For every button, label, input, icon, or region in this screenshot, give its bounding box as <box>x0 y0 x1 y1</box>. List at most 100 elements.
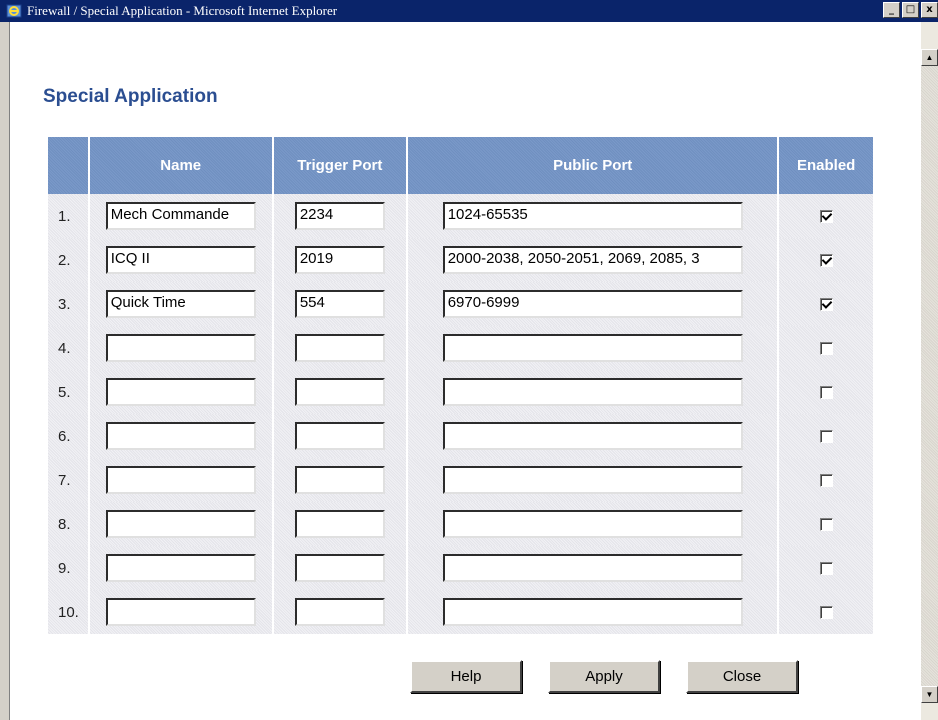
trigger-port-input[interactable]: 2019 <box>294 246 385 274</box>
name-input[interactable] <box>105 378 256 406</box>
row-number: 5. <box>48 370 88 414</box>
trigger-port-cell: 2019 <box>273 238 407 282</box>
public-port-cell <box>408 414 778 458</box>
row-number: 3. <box>48 282 88 326</box>
public-port-input[interactable] <box>442 466 743 494</box>
enabled-checkbox[interactable] <box>819 430 833 444</box>
trigger-port-input[interactable]: 554 <box>294 290 385 318</box>
header-public-port: Public Port <box>408 137 778 194</box>
name-input[interactable] <box>105 334 256 362</box>
enabled-cell <box>779 238 873 282</box>
public-port-cell <box>408 546 778 590</box>
trigger-port-input[interactable] <box>294 378 385 406</box>
public-port-input[interactable] <box>442 334 743 362</box>
header-trigger-port: Trigger Port <box>273 137 407 194</box>
enabled-checkbox[interactable] <box>819 298 833 312</box>
name-input[interactable]: Quick Time <box>105 290 256 318</box>
trigger-port-cell <box>273 370 407 414</box>
trigger-port-input[interactable] <box>294 334 385 362</box>
header-enabled: Enabled <box>779 137 873 194</box>
scroll-down-arrow-icon[interactable]: ▼ <box>921 686 938 703</box>
trigger-port-input[interactable]: 2234 <box>294 202 385 230</box>
name-cell: ICQ II <box>89 238 272 282</box>
enabled-cell <box>779 326 873 370</box>
trigger-port-cell: 2234 <box>273 194 407 238</box>
public-port-input[interactable] <box>442 422 743 450</box>
name-cell: Quick Time <box>89 282 272 326</box>
public-port-input[interactable]: 6970-6999 <box>442 290 743 318</box>
enabled-checkbox[interactable] <box>819 562 833 576</box>
name-cell <box>89 590 272 634</box>
name-input[interactable]: ICQ II <box>105 246 256 274</box>
table-row: 8. <box>48 502 873 546</box>
maximize-button[interactable]: □ <box>902 2 919 18</box>
enabled-checkbox[interactable] <box>819 386 833 400</box>
trigger-port-cell <box>273 326 407 370</box>
table-header-row: Name Trigger Port Public Port Enabled <box>48 137 873 194</box>
trigger-port-input[interactable] <box>294 466 385 494</box>
row-number: 10. <box>48 590 88 634</box>
enabled-cell <box>779 414 873 458</box>
table-row: 1. Mech Commande 2234 1024-65535 <box>48 194 873 238</box>
public-port-input[interactable] <box>442 510 743 538</box>
vertical-scrollbar[interactable]: ▲ ▼ <box>921 22 938 720</box>
window-titlebar[interactable]: Firewall / Special Application - Microso… <box>0 0 938 22</box>
enabled-checkbox[interactable] <box>819 518 833 532</box>
public-port-cell <box>408 502 778 546</box>
trigger-port-input[interactable] <box>294 422 385 450</box>
enabled-cell <box>779 282 873 326</box>
header-number <box>48 137 88 194</box>
name-input[interactable] <box>105 554 256 582</box>
enabled-cell <box>779 194 873 238</box>
public-port-input[interactable]: 1024-65535 <box>442 202 743 230</box>
close-window-button[interactable]: x <box>921 2 938 18</box>
window-frame-left <box>0 22 10 720</box>
name-cell <box>89 414 272 458</box>
action-buttons: Help Apply Close <box>410 660 798 693</box>
row-number: 6. <box>48 414 88 458</box>
window-title: Firewall / Special Application - Microso… <box>27 3 338 18</box>
public-port-cell <box>408 590 778 634</box>
trigger-port-input[interactable] <box>294 510 385 538</box>
name-cell <box>89 458 272 502</box>
internet-explorer-icon <box>6 3 22 19</box>
public-port-input[interactable]: 2000-2038, 2050-2051, 2069, 2085, 3 <box>442 246 743 274</box>
name-input[interactable]: Mech Commande <box>105 202 256 230</box>
enabled-checkbox[interactable] <box>819 210 833 224</box>
name-input[interactable] <box>105 422 256 450</box>
scroll-up-arrow-icon[interactable]: ▲ <box>921 49 938 66</box>
close-button[interactable]: Close <box>686 660 798 693</box>
name-cell <box>89 326 272 370</box>
public-port-cell: 6970-6999 <box>408 282 778 326</box>
scrollbar-track[interactable] <box>921 66 938 686</box>
trigger-port-input[interactable] <box>294 554 385 582</box>
enabled-cell <box>779 590 873 634</box>
name-input[interactable] <box>105 598 256 626</box>
table-row: 2. ICQ II 2019 2000-2038, 2050-2051, 2069, … <box>48 238 873 282</box>
name-input[interactable] <box>105 466 256 494</box>
enabled-checkbox[interactable] <box>819 606 833 620</box>
enabled-cell <box>779 546 873 590</box>
name-cell: Mech Commande <box>89 194 272 238</box>
name-input[interactable] <box>105 510 256 538</box>
minimize-button[interactable]: _ <box>883 2 900 18</box>
window-controls: _ □ x <box>881 2 938 18</box>
help-button[interactable]: Help <box>410 660 522 693</box>
public-port-input[interactable] <box>442 378 743 406</box>
enabled-checkbox[interactable] <box>819 254 833 268</box>
row-number: 7. <box>48 458 88 502</box>
table-row: 9. <box>48 546 873 590</box>
special-application-table: Name Trigger Port Public Port Enabled 1.… <box>46 137 875 634</box>
enabled-checkbox[interactable] <box>819 474 833 488</box>
name-cell <box>89 546 272 590</box>
public-port-cell: 1024-65535 <box>408 194 778 238</box>
trigger-port-input[interactable] <box>294 598 385 626</box>
table-row: 10. <box>48 590 873 634</box>
public-port-input[interactable] <box>442 598 743 626</box>
enabled-checkbox[interactable] <box>819 342 833 356</box>
trigger-port-cell <box>273 546 407 590</box>
header-name: Name <box>89 137 272 194</box>
apply-button[interactable]: Apply <box>548 660 660 693</box>
public-port-input[interactable] <box>442 554 743 582</box>
public-port-cell <box>408 458 778 502</box>
